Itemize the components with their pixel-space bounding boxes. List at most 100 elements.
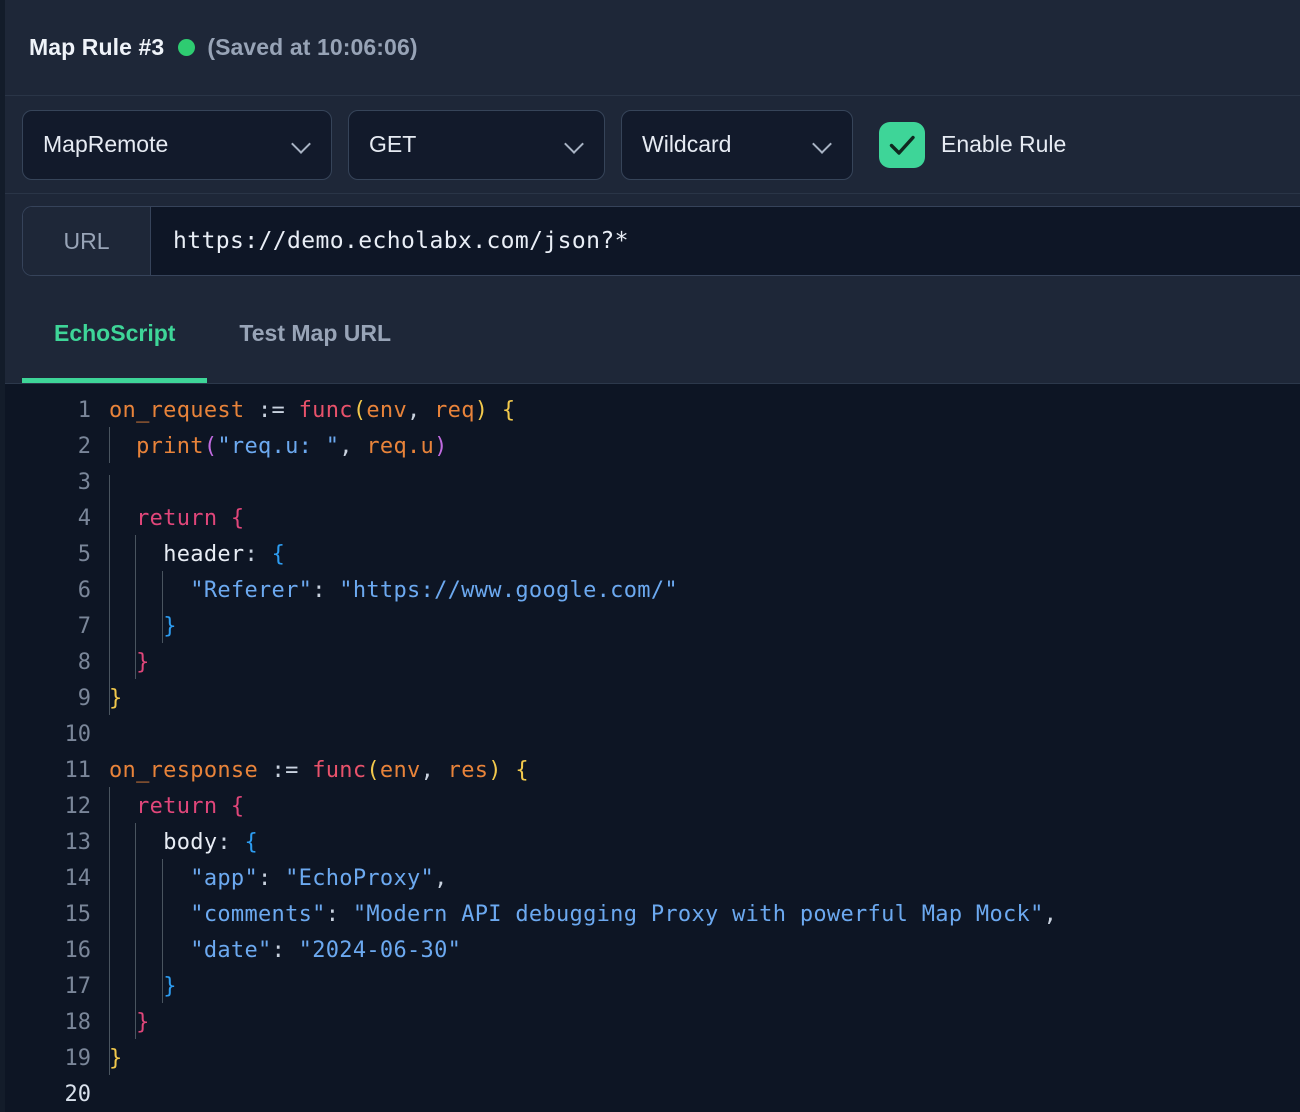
code-text[interactable]: } bbox=[109, 678, 1300, 715]
code-token: ( bbox=[352, 397, 367, 423]
line-number: 9 bbox=[77, 685, 91, 711]
map-type-value: MapRemote bbox=[43, 131, 169, 157]
match-type-value: Wildcard bbox=[642, 131, 732, 157]
code-token: : bbox=[244, 541, 259, 567]
code-token: : bbox=[271, 937, 286, 963]
code-line: 18 } bbox=[5, 1002, 1300, 1040]
tab-label: Test Map URL bbox=[239, 319, 392, 346]
code-text[interactable]: "comments": "Modern API debugging Proxy … bbox=[109, 894, 1300, 931]
line-number: 7 bbox=[77, 613, 91, 639]
code-line: 19} bbox=[5, 1038, 1300, 1076]
code-text[interactable]: on_request := func(env, req) { bbox=[109, 398, 1300, 423]
code-token: "EchoProxy" bbox=[285, 865, 435, 891]
code-text[interactable]: } bbox=[109, 606, 1300, 643]
code-line: 1 on_request := func(env, req) { bbox=[5, 392, 1300, 428]
window-header: Map Rule #3 (Saved at 10:06:06) bbox=[5, 0, 1300, 96]
code-token: { bbox=[515, 757, 529, 783]
code-token: := bbox=[258, 397, 286, 423]
line-number: 17 bbox=[64, 973, 92, 999]
code-token: res bbox=[447, 757, 489, 783]
line-number: 18 bbox=[64, 1009, 92, 1035]
code-token: , bbox=[420, 757, 448, 783]
code-text[interactable]: "app": "EchoProxy", bbox=[109, 858, 1300, 895]
code-text[interactable]: header: { bbox=[109, 534, 1300, 571]
code-token: } bbox=[163, 973, 177, 999]
code-token: body bbox=[163, 829, 218, 855]
code-token: env bbox=[379, 757, 421, 783]
enable-rule-checkbox[interactable] bbox=[879, 121, 925, 168]
code-text[interactable]: } bbox=[109, 966, 1300, 1003]
url-input[interactable] bbox=[151, 207, 1300, 275]
tab-test-map-url[interactable]: Test Map URL bbox=[207, 288, 423, 383]
line-number: 5 bbox=[77, 541, 91, 567]
line-number: 20 bbox=[64, 1081, 92, 1107]
code-line: 17 } bbox=[5, 966, 1300, 1004]
code-text[interactable]: } bbox=[109, 1038, 1300, 1075]
editor-tabs: EchoScript Test Map URL bbox=[5, 288, 1300, 384]
code-line: 3 bbox=[5, 464, 1300, 511]
code-text[interactable]: } bbox=[109, 642, 1300, 679]
tab-echoscript[interactable]: EchoScript bbox=[22, 288, 208, 383]
code-text[interactable]: return { bbox=[109, 498, 1300, 535]
code-token: "app" bbox=[190, 865, 259, 891]
code-token: "date" bbox=[190, 937, 272, 963]
code-token: , bbox=[434, 865, 448, 891]
line-number: 19 bbox=[64, 1045, 92, 1071]
code-token: { bbox=[501, 397, 516, 423]
code-text[interactable]: print("req.u: ", req.u) bbox=[109, 426, 1300, 463]
line-number: 13 bbox=[64, 829, 92, 855]
url-field-group: URL bbox=[22, 206, 1300, 276]
code-text[interactable]: "Referer": "https://www.google.com/" bbox=[109, 570, 1300, 607]
saved-status-dot bbox=[178, 39, 196, 56]
code-token: on_response bbox=[109, 757, 258, 783]
code-text[interactable]: body: { bbox=[109, 822, 1300, 859]
code-text[interactable]: } bbox=[109, 1002, 1300, 1039]
code-line: 9} bbox=[5, 678, 1300, 716]
code-token: on_request bbox=[109, 397, 245, 423]
map-type-select[interactable]: MapRemote bbox=[22, 109, 332, 180]
code-token: : bbox=[217, 829, 231, 855]
code-text[interactable]: on_response := func(env, res) { bbox=[109, 758, 1300, 783]
http-method-select[interactable]: GET bbox=[348, 109, 605, 180]
code-line: 15 "comments": "Modern API debugging Pro… bbox=[5, 894, 1300, 932]
echoscript-code-editor[interactable]: 1 on_request := func(env, req) {2 print("… bbox=[5, 384, 1300, 1112]
code-line: 5 header: { bbox=[5, 534, 1300, 572]
chevron-down-icon bbox=[565, 134, 586, 155]
enable-rule-toggle[interactable]: Enable Rule bbox=[879, 121, 1067, 168]
code-line: 4 return { bbox=[5, 498, 1300, 536]
code-token: , bbox=[407, 397, 435, 423]
map-rule-editor-window: Map Rule #3 (Saved at 10:06:06) MapRemot… bbox=[0, 0, 1300, 1112]
chevron-down-icon bbox=[813, 134, 834, 155]
code-token: : bbox=[325, 901, 340, 927]
code-text[interactable]: "date": "2024-06-30" bbox=[109, 930, 1300, 967]
code-token: func bbox=[312, 757, 367, 783]
code-token: "comments" bbox=[190, 901, 326, 927]
code-line: 14 "app": "EchoProxy", bbox=[5, 858, 1300, 896]
code-token: "req.u: " bbox=[217, 433, 340, 459]
code-text[interactable]: return { bbox=[109, 786, 1300, 823]
tab-list: EchoScript Test Map URL bbox=[22, 288, 423, 383]
code-token: print bbox=[136, 433, 204, 459]
code-token: env bbox=[366, 397, 408, 423]
line-number: 2 bbox=[77, 433, 91, 459]
chevron-down-icon bbox=[292, 134, 313, 155]
match-type-select[interactable]: Wildcard bbox=[621, 109, 853, 180]
code-token: "2024-06-30" bbox=[298, 937, 462, 963]
enable-rule-label: Enable Rule bbox=[941, 131, 1067, 157]
code-token: } bbox=[163, 613, 177, 639]
page-title: Map Rule #3 bbox=[29, 34, 165, 60]
